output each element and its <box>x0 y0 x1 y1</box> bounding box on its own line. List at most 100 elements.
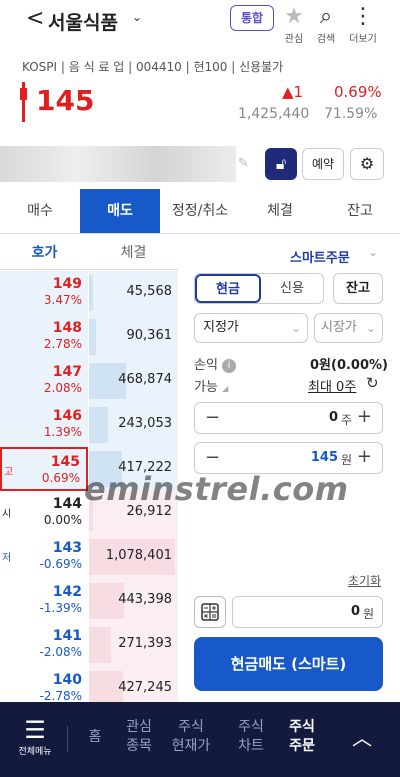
quote-price: 148 <box>52 320 82 336</box>
amount-field[interactable]: 0 원 <box>232 596 383 628</box>
nav-home[interactable]: 홈 <box>73 728 117 747</box>
more-button[interactable]: ⋮ 더보기 <box>346 4 380 45</box>
cash-sell-button[interactable]: 현금매도 (스마트) <box>194 637 383 691</box>
quote-pct: 0.69% <box>41 471 80 485</box>
cash-option[interactable]: 현금 <box>195 274 261 303</box>
credit-option[interactable]: 신용 <box>261 274 323 303</box>
market-price-select[interactable]: 시장가 ⌄ <box>314 313 383 343</box>
quote-price: 146 <box>52 408 82 424</box>
quote-volume-cell: 1,078,401 <box>89 535 178 579</box>
nav-current-price[interactable]: 주식 현재가 <box>166 718 216 756</box>
plus-button[interactable]: + <box>357 406 372 427</box>
tab-sell[interactable]: 매도 <box>80 189 160 233</box>
edit-icon[interactable]: ✎ <box>238 156 249 171</box>
divider <box>67 726 68 752</box>
lock-button[interactable]: 🔓︎ <box>265 148 297 180</box>
quote-price-cell[interactable]: 148 2.78% <box>0 315 88 359</box>
info-icon[interactable]: i <box>222 358 237 373</box>
orderbook-row[interactable]: 147 2.08% 468,874 <box>0 359 178 403</box>
quote-pct: -2.08% <box>39 645 82 659</box>
quote-volume-cell: 90,361 <box>89 315 178 359</box>
quote-price: 141 <box>52 628 82 644</box>
chevron-down-icon[interactable]: ⌄ <box>368 245 378 259</box>
quote-volume-cell: 443,398 <box>89 579 178 623</box>
orderbook-row[interactable]: 149 3.47% 45,568 <box>0 271 178 315</box>
integrated-badge[interactable]: 통합 <box>230 5 274 31</box>
orderbook-row[interactable]: 148 2.78% 90,361 <box>0 315 178 359</box>
star-icon: ★ <box>284 4 304 29</box>
volume-bar <box>89 407 108 443</box>
quote-price-cell[interactable]: 145 0.69% 고 <box>0 447 88 491</box>
quote-volume-cell: 271,393 <box>89 623 178 667</box>
reserve-button[interactable]: 예약 <box>302 148 344 180</box>
chevron-down-icon[interactable]: ⌄ <box>132 10 142 24</box>
orderbook-row[interactable]: 141 -2.08% 271,393 <box>0 623 178 667</box>
amount-unit: 원 <box>362 607 374 621</box>
search-button[interactable]: ⌕ 검색 <box>309 4 343 45</box>
minus-button[interactable]: − <box>205 447 220 468</box>
quote-volume: 468,874 <box>118 372 172 387</box>
reset-link[interactable]: 초기화 <box>348 572 381 589</box>
quote-price-cell[interactable]: 149 3.47% <box>0 271 88 315</box>
tab-quote[interactable]: 호가 <box>0 236 89 269</box>
quote-pct: 2.08% <box>43 381 82 395</box>
price-unit: 원 <box>340 453 352 467</box>
order-type-select[interactable]: 지정가 ⌄ <box>194 313 308 343</box>
quote-pct: 3.47% <box>43 293 82 307</box>
orderbook-row[interactable]: 143 -0.69% 저 1,078,401 <box>0 535 178 579</box>
stock-info-line: KOSPI | 음 식 료 업 | 004410 | 현100 | 신용불가 <box>22 60 284 74</box>
quote-price-cell[interactable]: 144 0.00% 시 <box>0 491 88 535</box>
chevron-up-icon[interactable]: ︿ <box>352 722 372 751</box>
quote-price-cell[interactable]: 143 -0.69% 저 <box>0 535 88 579</box>
quote-volume: 1,078,401 <box>105 548 172 563</box>
search-label: 검색 <box>316 34 336 45</box>
quote-volume: 90,361 <box>126 328 173 343</box>
quote-volume-cell: 45,568 <box>89 271 178 315</box>
quantity-value[interactable]: 0 <box>329 410 338 425</box>
quote-price: 145 <box>50 454 80 470</box>
tab-trades[interactable]: 체결 <box>89 236 178 269</box>
favorite-button[interactable]: ★ 관심 <box>277 4 311 45</box>
quote-price-cell[interactable]: 142 -1.39% <box>0 579 88 623</box>
order-type-value: 지정가 <box>203 320 239 335</box>
nav-watchlist[interactable]: 관심 종목 <box>117 718 161 756</box>
quote-price: 149 <box>52 276 82 292</box>
tab-buy[interactable]: 매수 <box>0 189 80 233</box>
minus-button[interactable]: − <box>205 407 220 428</box>
orderbook-row[interactable]: 142 -1.39% 443,398 <box>0 579 178 623</box>
max-quantity-link[interactable]: 최대 0주 <box>308 376 356 395</box>
cash-credit-toggle: 현금 신용 <box>194 273 324 304</box>
plus-button[interactable]: + <box>357 446 372 467</box>
orderbook-row[interactable]: 146 1.39% 243,053 <box>0 403 178 447</box>
quote-price: 144 <box>52 496 82 512</box>
order-tabs: 매수 매도 정정/취소 체결 잔고 <box>0 189 400 234</box>
search-icon: ⌕ <box>319 4 333 29</box>
watermark: eminstrel.com <box>84 470 349 508</box>
gear-icon[interactable]: ⚙ <box>350 148 384 180</box>
account-selector[interactable] <box>0 146 236 182</box>
balance-button[interactable]: 잔고 <box>333 273 383 304</box>
volume-rate: 71.59% <box>324 106 378 122</box>
tab-executions[interactable]: 체결 <box>240 189 320 233</box>
price-value[interactable]: 145 <box>311 450 338 465</box>
smart-order-label[interactable]: 스마트주문 <box>290 247 350 266</box>
high-low-marker: 저 <box>2 553 12 564</box>
calculator-icon[interactable] <box>194 596 226 628</box>
quote-price-cell[interactable]: 141 -2.08% <box>0 623 88 667</box>
tab-balance[interactable]: 잔고 <box>320 189 400 233</box>
lock-icon: 🔓︎ <box>275 154 287 173</box>
pnl-value: 0원(0.00%) <box>310 358 388 373</box>
nav-chart[interactable]: 주식 차트 <box>229 718 273 756</box>
back-icon[interactable]: < <box>26 6 44 31</box>
quote-price: 143 <box>52 540 82 556</box>
refresh-icon[interactable]: ↻ <box>366 374 379 392</box>
nav-order[interactable]: 주식 주문 <box>280 718 324 756</box>
full-menu-button[interactable]: ☰ 전체메뉴 <box>10 718 60 757</box>
quote-price-cell[interactable]: 146 1.39% <box>0 403 88 447</box>
trade-volume: 1,425,440 <box>238 106 310 122</box>
pnl-label: 손익 i <box>194 354 237 373</box>
stock-name[interactable]: 서울식품 <box>48 8 118 35</box>
tab-modify-cancel[interactable]: 정정/취소 <box>160 189 240 233</box>
quote-price-cell[interactable]: 147 2.08% <box>0 359 88 403</box>
more-icon: ⋮ <box>352 4 374 29</box>
